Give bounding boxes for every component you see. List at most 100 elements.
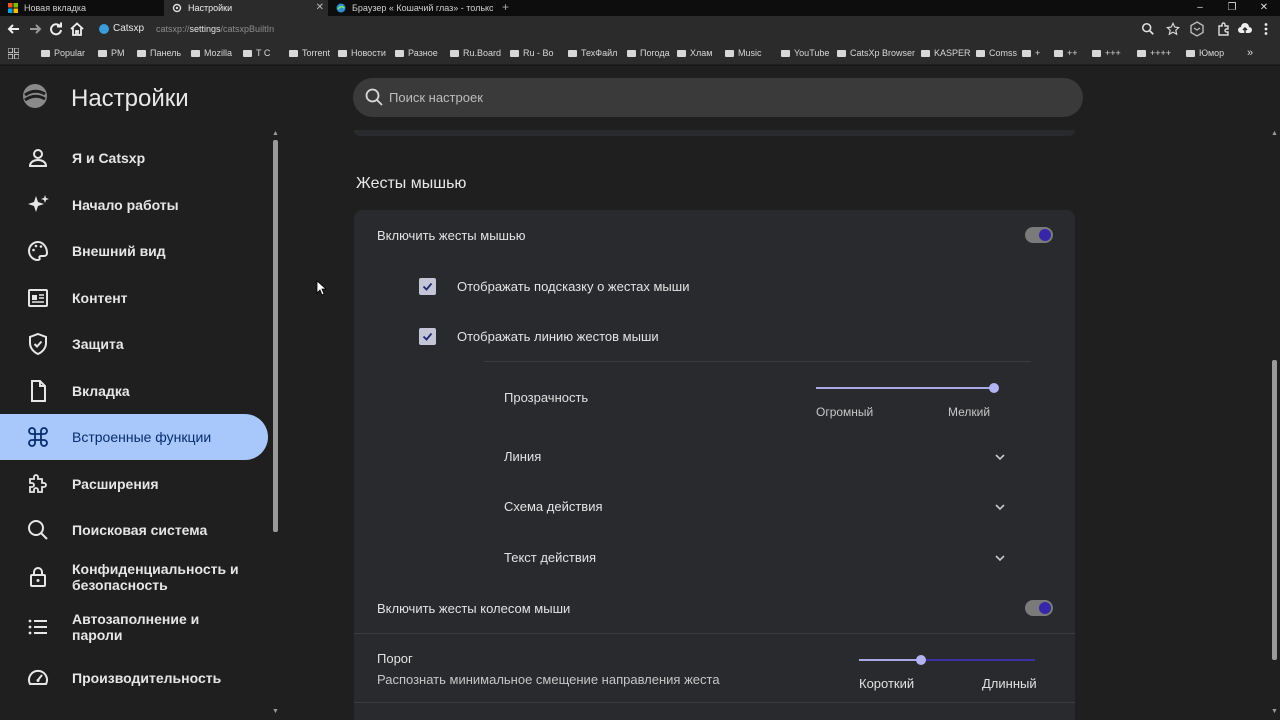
bookmark-folder[interactable]: ++ (1054, 48, 1078, 58)
slider-handle[interactable] (915, 655, 926, 665)
bookmark-folder[interactable]: ТехФайл (568, 48, 617, 58)
bookmark-folder[interactable]: YouTube (781, 48, 829, 58)
scroll-down-arrow-icon[interactable]: ▼ (1271, 708, 1278, 715)
bookmarks-more-button[interactable]: » (1247, 47, 1253, 59)
sidebar-item-builtin[interactable]: Встроенные функции (0, 414, 268, 460)
bookmark-folder[interactable]: + (1022, 48, 1040, 58)
upload-cloud-icon[interactable] (1237, 21, 1253, 37)
back-arrow-icon[interactable] (6, 21, 22, 37)
tab-catsxp[interactable]: Браузер « Кошачий глаз» - только (328, 0, 493, 16)
reload-icon[interactable] (48, 21, 64, 37)
bookmark-folder[interactable]: ++++ (1137, 48, 1171, 58)
sidebar-item-content[interactable]: Контент (0, 275, 268, 321)
tab-new-tab[interactable]: Новая вкладка (0, 0, 164, 16)
transparency-slider[interactable] (816, 383, 999, 393)
bookmark-folder[interactable]: Ru.Board (450, 48, 501, 58)
bookmark-folder[interactable]: Ru - Bo (510, 48, 554, 58)
new-tab-button[interactable]: + (502, 0, 509, 15)
folder-icon (191, 49, 200, 57)
tab-label: Браузер « Кошачий глаз» - только (352, 3, 493, 13)
forward-arrow-icon[interactable] (27, 21, 43, 37)
menu-dots-icon[interactable] (1258, 21, 1274, 37)
bookmark-folder[interactable]: T C (243, 48, 270, 58)
bookmark-folder[interactable]: Новости (338, 48, 386, 58)
bookmark-folder[interactable]: KASPER (921, 48, 971, 58)
bookmark-folder[interactable]: +++ (1092, 48, 1121, 58)
bookmark-folder[interactable]: Music (725, 48, 762, 58)
scroll-up-arrow-icon[interactable]: ▲ (1271, 130, 1278, 137)
bookmark-label: YouTube (794, 48, 830, 58)
address-bar[interactable]: catsxp://settings/catsxpBuiltIn (156, 24, 274, 34)
star-icon[interactable] (1166, 22, 1180, 36)
sidebar-item-me[interactable]: Я и Catsxp (0, 135, 268, 181)
sidebar-item-search-engine[interactable]: Поисковая система (0, 507, 268, 553)
settings-search[interactable] (353, 78, 1083, 117)
sidebar-item-performance[interactable]: Производительность (0, 655, 268, 701)
scroll-down-arrow-icon[interactable]: ▼ (272, 708, 279, 715)
bookmark-folder[interactable]: PM (98, 48, 125, 58)
bookmark-folder[interactable]: Mozilla (191, 48, 232, 58)
show-line-checkbox[interactable] (419, 328, 436, 345)
bookmark-folder[interactable]: Popular (41, 48, 85, 58)
enable-gestures-toggle[interactable] (1025, 227, 1053, 243)
settings-header: Настройки (0, 66, 1280, 130)
sidebar-item-getting-started[interactable]: Начало работы (0, 182, 268, 228)
bookmark-folder[interactable]: Панель (137, 48, 181, 58)
tab-label: Новая вкладка (24, 3, 87, 13)
sidebar-item-protection[interactable]: Защита (0, 321, 268, 367)
site-identity[interactable]: Catsxp (99, 23, 144, 34)
url-prefix: catsxp:// (156, 24, 190, 34)
browser-toolbar: Catsxp catsxp://settings/catsxpBuiltIn (0, 16, 1280, 43)
zoom-icon[interactable] (1141, 22, 1155, 36)
sidebar-item-label: Автозаполнение и пароли (72, 611, 200, 643)
sidebar-item-autofill[interactable]: Автозаполнение и пароли (0, 604, 268, 650)
bookmark-folder[interactable]: Юмор (1186, 48, 1224, 58)
folder-icon (450, 49, 459, 57)
home-icon[interactable] (69, 21, 85, 37)
shield-icon (29, 332, 47, 356)
threshold-description: Распознать минимальное смещение направле… (377, 672, 720, 687)
minimize-button[interactable]: – (1184, 0, 1216, 16)
close-window-button[interactable]: ✕ (1248, 0, 1280, 16)
bookmark-folder[interactable]: Разное (395, 48, 438, 58)
bookmark-label: Mozilla (204, 48, 233, 58)
scrollbar-thumb[interactable] (273, 140, 278, 532)
chevron-down-icon[interactable] (993, 450, 1007, 464)
sidebar-item-extensions[interactable]: Расширения (0, 461, 268, 507)
bookmark-folder[interactable]: CatsXp Browser (837, 48, 915, 58)
bookmark-label: Ru - Bo (523, 48, 554, 58)
apps-grid-icon[interactable] (8, 48, 19, 59)
sidebar-scrollbar[interactable]: ▲ ▼ (271, 130, 281, 720)
tab-close-icon[interactable]: ✕ (316, 2, 324, 13)
show-hint-checkbox[interactable] (419, 278, 436, 295)
slider-handle[interactable] (989, 383, 999, 393)
enable-wheel-gestures-label: Включить жесты колесом мыши (377, 601, 571, 616)
wallet-icon[interactable] (1189, 21, 1205, 37)
main-scrollbar[interactable]: ▲ ▼ (1270, 130, 1280, 720)
scrollbar-thumb[interactable] (1272, 360, 1277, 660)
sidebar-item-privacy[interactable]: Конфиденциальность и безопасность (0, 554, 268, 600)
folder-icon (243, 49, 252, 57)
maximize-button[interactable]: ❐ (1216, 0, 1248, 16)
threshold-slider[interactable] (859, 655, 1035, 665)
folder-icon (510, 49, 519, 57)
folder-icon (677, 49, 686, 57)
page-title: Настройки (71, 85, 189, 112)
folder-icon (1137, 49, 1146, 57)
folder-icon (976, 49, 985, 57)
bookmark-folder[interactable]: Torrent (289, 48, 330, 58)
chevron-down-icon[interactable] (993, 551, 1007, 565)
bookmark-folder[interactable]: Comss (976, 48, 1017, 58)
bookmark-folder[interactable]: Хлам (677, 48, 712, 58)
sidebar-item-tab[interactable]: Вкладка (0, 368, 268, 414)
puzzle-icon[interactable] (1216, 21, 1232, 37)
sidebar-item-appearance[interactable]: Внешний вид (0, 228, 268, 274)
person-icon (28, 149, 48, 167)
bookmarks-bar: Popular PM Панель Mozilla T C Torrent Новости Р… (0, 43, 1280, 65)
chevron-down-icon[interactable] (993, 500, 1007, 514)
enable-wheel-gestures-toggle[interactable] (1025, 600, 1053, 616)
bookmark-folder[interactable]: Погода (627, 48, 670, 58)
tab-settings[interactable]: Настройки ✕ (164, 0, 328, 16)
scroll-up-arrow-icon[interactable]: ▲ (272, 130, 279, 137)
search-input[interactable] (389, 78, 1069, 117)
